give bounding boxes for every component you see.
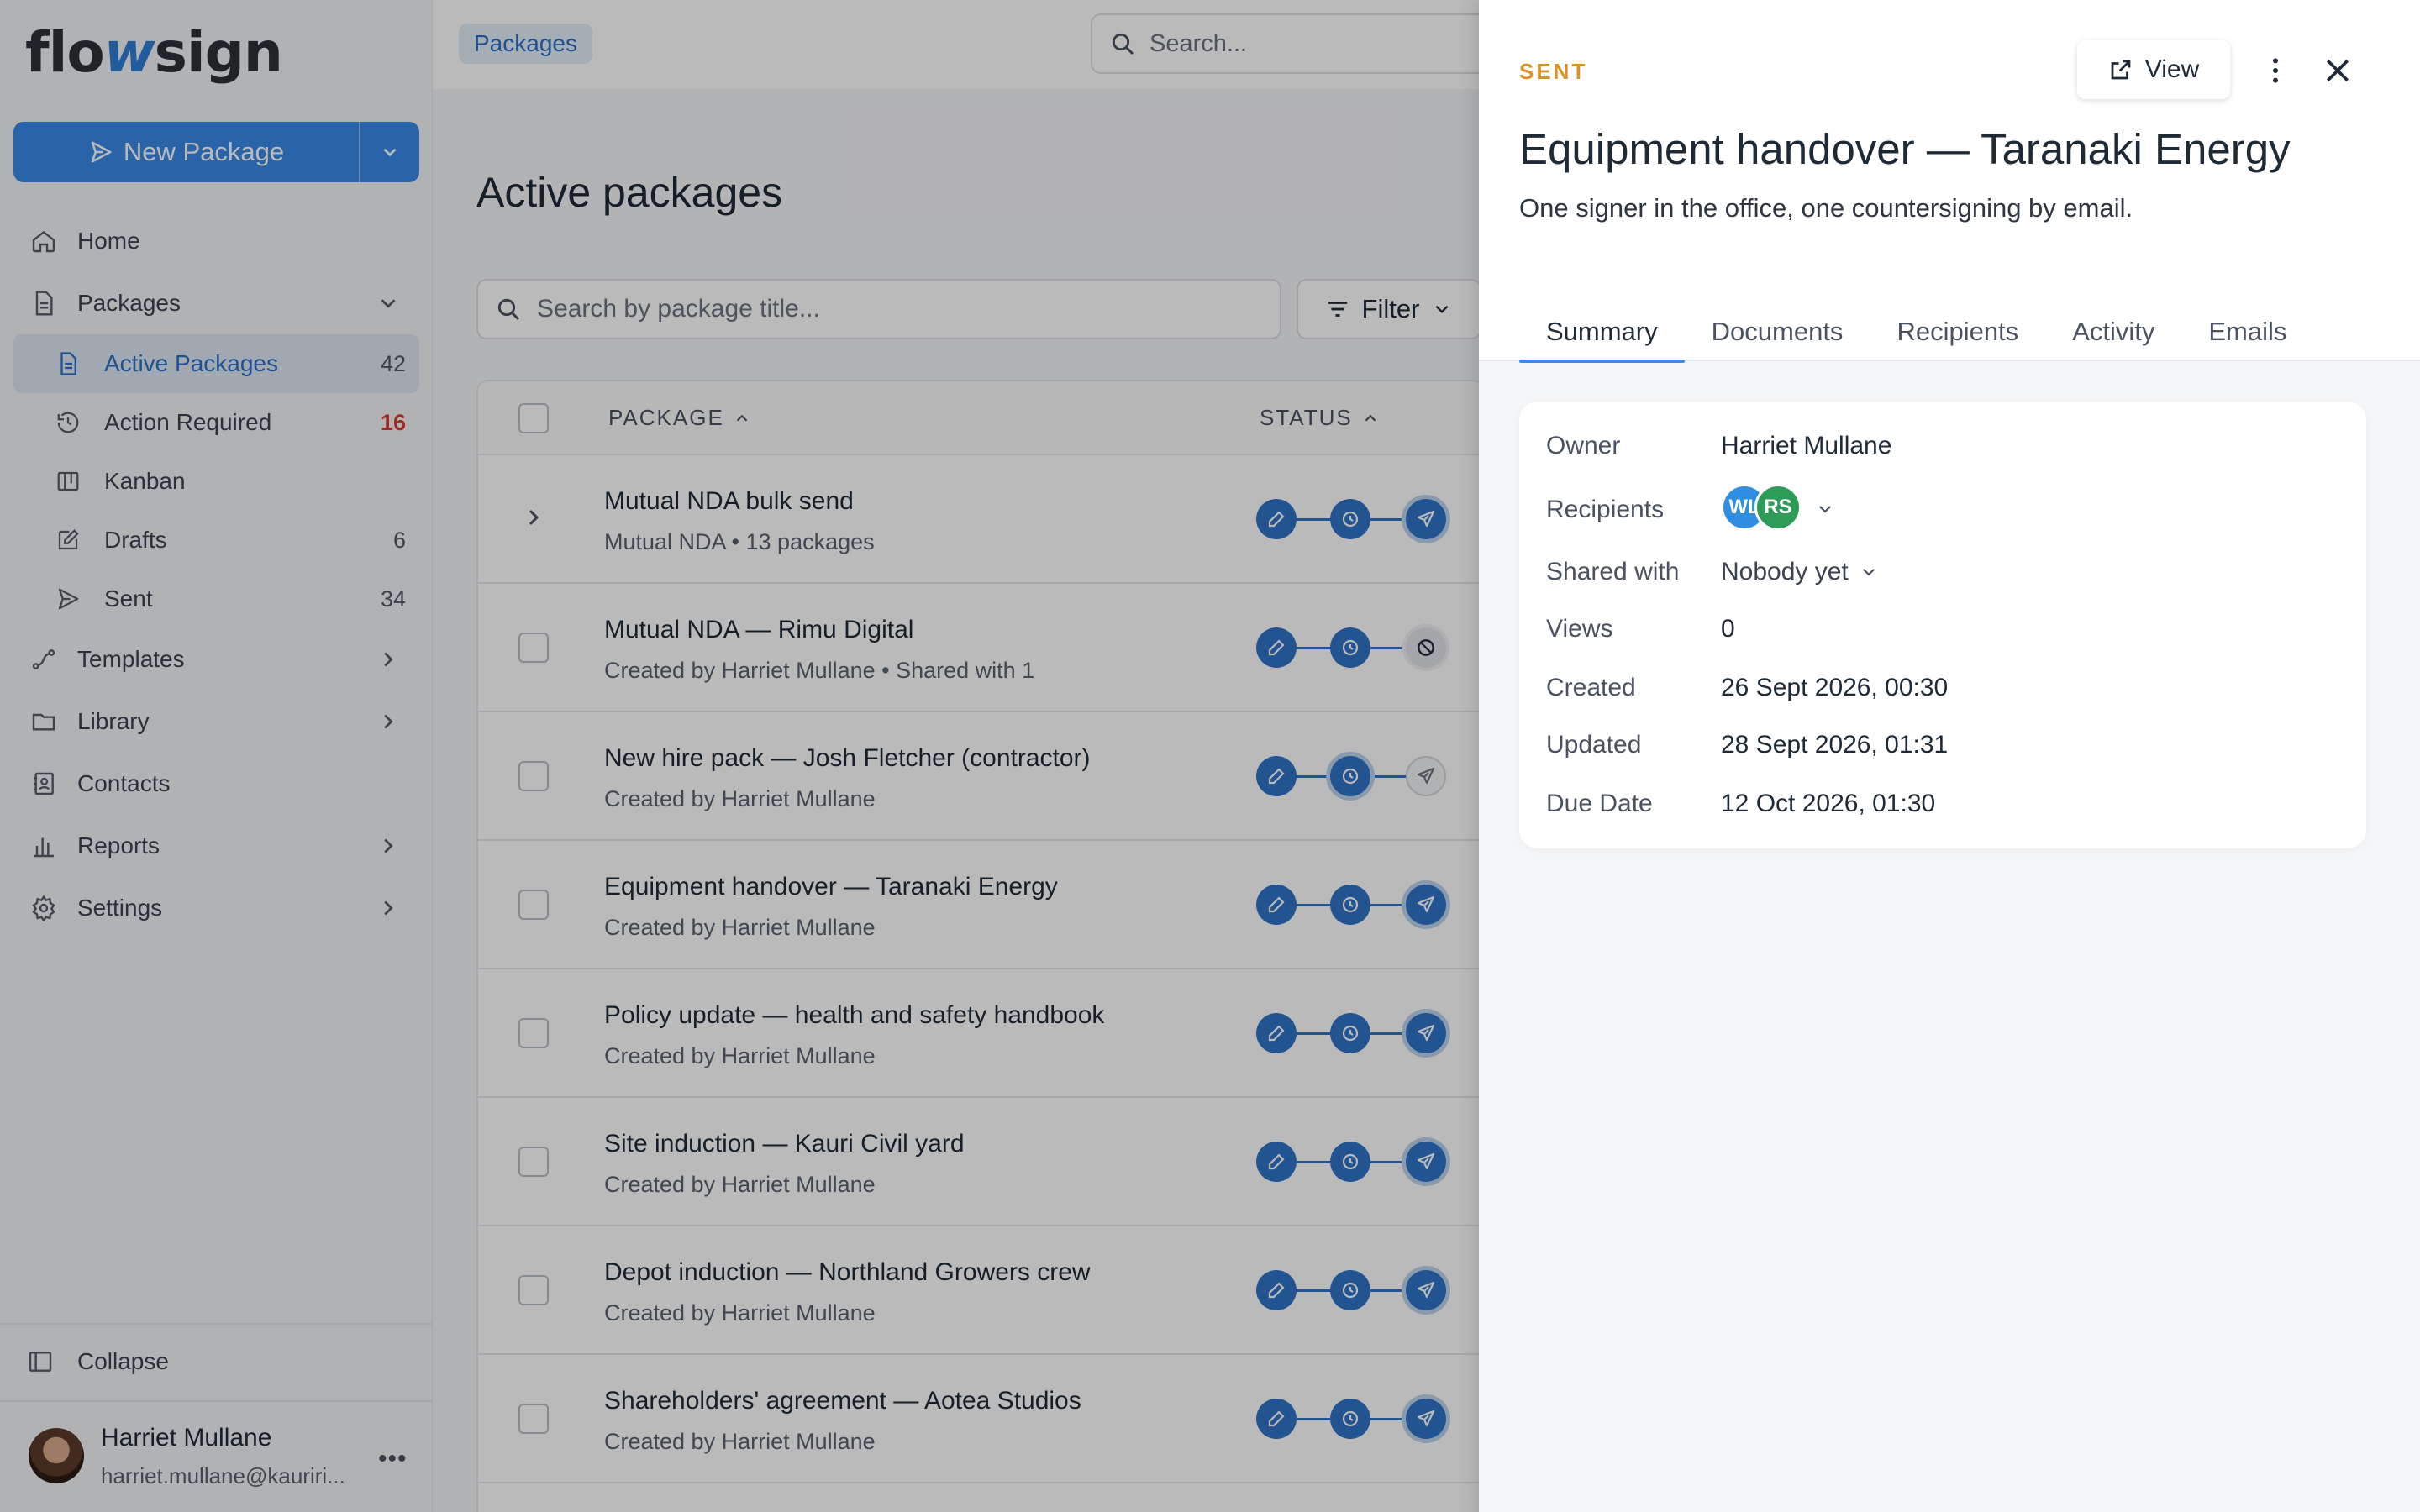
shared-with-value: Nobody yet — [1721, 558, 1849, 585]
drawer-title: Equipment handover — Taranaki Energy — [1519, 125, 2291, 173]
package-detail-drawer: SENT View Equipment handover — Taranaki … — [1479, 0, 2420, 1512]
views-value: 0 — [1721, 615, 1735, 643]
tab-summary[interactable]: Summary — [1519, 302, 1685, 363]
shared-with-dropdown[interactable]: Nobody yet — [1721, 558, 1879, 586]
field-label: Owner — [1546, 432, 1621, 459]
chevron-down-icon — [1862, 569, 1875, 576]
view-button[interactable]: View — [2077, 40, 2230, 99]
close-icon[interactable] — [2321, 54, 2354, 87]
tab-activity[interactable]: Activity — [2045, 302, 2181, 361]
view-label: View — [2144, 55, 2200, 83]
tab-documents[interactable]: Documents — [1685, 302, 1870, 361]
field-label: Created — [1546, 674, 1636, 701]
created-value: 26 Sept 2026, 00:30 — [1721, 674, 1949, 701]
modal-backdrop[interactable] — [0, 0, 1479, 1512]
updated-value: 28 Sept 2026, 01:31 — [1721, 731, 1949, 759]
drawer-description: One signer in the office, one countersig… — [1519, 193, 2133, 223]
status-badge: SENT — [1519, 59, 1588, 84]
field-label: Due Date — [1546, 790, 1653, 817]
recipients-avatars[interactable]: WL RS — [1721, 484, 1855, 534]
field-label: Views — [1546, 615, 1613, 643]
drawer-header: SENT View Equipment handover — Taranaki … — [1479, 0, 2420, 363]
more-vertical-icon[interactable] — [2259, 54, 2292, 87]
tab-emails[interactable]: Emails — [2181, 302, 2313, 361]
owner-value: Harriet Mullane — [1721, 432, 1892, 459]
field-label: Shared with — [1546, 558, 1680, 585]
chevron-down-icon — [1819, 506, 1831, 513]
drawer-tabs: Summary Documents Recipients Activity Em… — [1519, 302, 2313, 363]
field-label: Recipients — [1546, 496, 1665, 523]
external-link-icon — [2111, 60, 2131, 80]
field-label: Updated — [1546, 731, 1642, 759]
due-date-value: 12 Oct 2026, 01:30 — [1721, 790, 1936, 817]
avatar: RS — [1754, 484, 1802, 531]
tab-recipients[interactable]: Recipients — [1870, 302, 2045, 361]
summary-card: Owner Harriet Mullane Recipients WL RS S… — [1519, 402, 2366, 848]
